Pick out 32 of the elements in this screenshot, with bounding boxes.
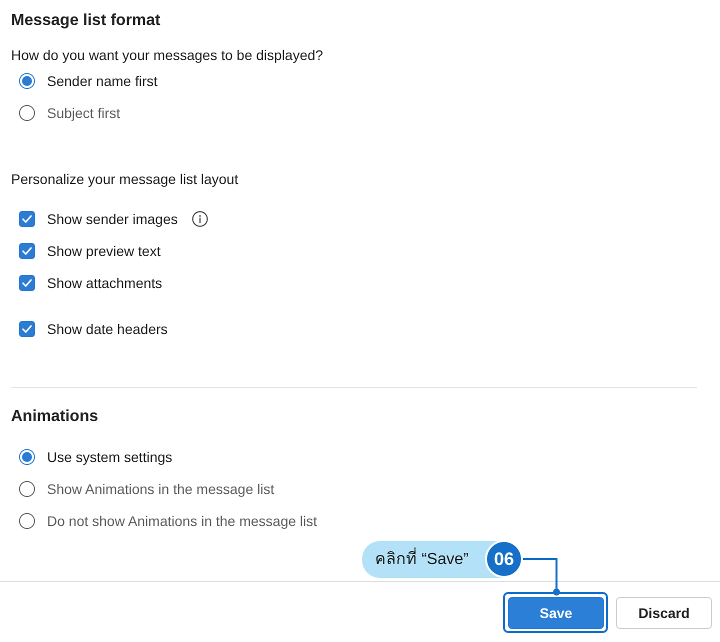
- checkmark-icon: [22, 247, 32, 255]
- section-heading: Animations: [11, 407, 100, 427]
- question-text: How do you want your messages to be displayed?: [11, 46, 324, 65]
- option-label[interactable]: Show sender images: [47, 209, 178, 229]
- info-icon[interactable]: [192, 211, 208, 227]
- checkmark-icon: [22, 215, 32, 223]
- checkbox[interactable]: [19, 275, 35, 291]
- option-label[interactable]: Show preview text: [47, 241, 161, 261]
- option-label[interactable]: Sender name first: [47, 71, 158, 91]
- radio-button[interactable]: [19, 513, 35, 529]
- option-label[interactable]: Show date headers: [47, 319, 168, 339]
- section-heading: Message list format: [11, 11, 162, 31]
- discard-button[interactable]: Discard: [616, 597, 712, 629]
- step-badge: 06: [485, 540, 523, 578]
- option-label[interactable]: Subject first: [47, 103, 120, 123]
- question-text: Personalize your message list layout: [11, 170, 240, 189]
- save-button[interactable]: Save: [508, 597, 604, 629]
- radio-button[interactable]: [19, 481, 35, 497]
- option-label[interactable]: Show Animations in the message list: [47, 479, 274, 499]
- option-label[interactable]: Do not show Animations in the message list: [47, 511, 318, 531]
- radio-button[interactable]: [19, 73, 35, 89]
- radio-button[interactable]: [19, 105, 35, 121]
- connector-line: [522, 558, 560, 596]
- checkmark-icon: [22, 325, 32, 333]
- checkbox[interactable]: [19, 211, 35, 227]
- checkmark-icon: [22, 279, 32, 287]
- option-label[interactable]: Use system settings: [47, 447, 172, 467]
- checkbox[interactable]: [19, 243, 35, 259]
- callout-text: คลิกที่ “Save”: [375, 548, 469, 570]
- checkbox[interactable]: [19, 321, 35, 337]
- option-label[interactable]: Show attachments: [47, 273, 162, 293]
- radio-button[interactable]: [19, 449, 35, 465]
